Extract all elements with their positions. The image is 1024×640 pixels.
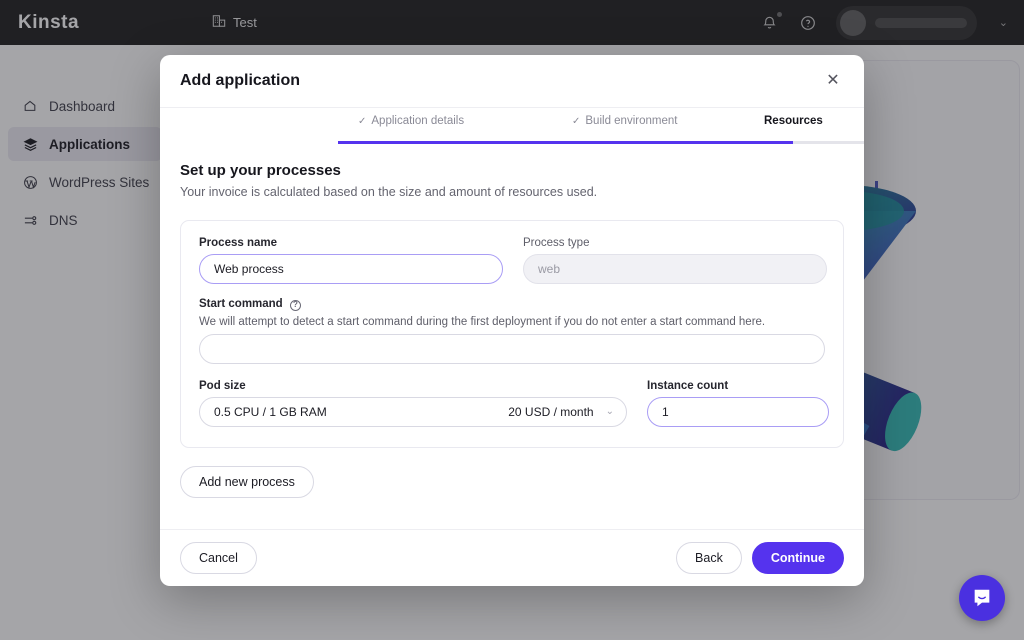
instance-count-field-group: Instance count 1	[647, 380, 829, 427]
pod-size-value: 0.5 CPU / 1 GB RAM	[214, 405, 327, 419]
process-type-label: Process type	[523, 237, 827, 249]
step-build-environment[interactable]: ✓ Build environment	[572, 115, 677, 127]
intercom-chat-icon	[971, 587, 993, 609]
process-name-input[interactable]: Web process	[199, 254, 503, 284]
process-type-input: web	[523, 254, 827, 284]
continue-button[interactable]: Continue	[752, 542, 844, 574]
process-name-label: Process name	[199, 237, 503, 249]
pod-size-price: 20 USD / month	[508, 405, 593, 419]
modal-footer: Cancel Back Continue	[160, 529, 864, 586]
modal-header: Add application ✕	[160, 55, 864, 108]
step-application-details[interactable]: ✓ Application details	[358, 115, 464, 127]
step-resources[interactable]: Resources	[764, 115, 823, 127]
add-new-process-button[interactable]: Add new process	[180, 466, 314, 498]
start-command-label: Start command ?	[199, 298, 825, 311]
start-command-input[interactable]	[199, 334, 825, 364]
back-button[interactable]: Back	[676, 542, 742, 574]
close-icon[interactable]: ✕	[822, 70, 844, 92]
cancel-button[interactable]: Cancel	[180, 542, 257, 574]
progress-fill	[338, 141, 793, 144]
step-indicator: ✓ Application details ✓ Build environmen…	[160, 108, 864, 144]
check-icon: ✓	[572, 116, 580, 127]
add-application-modal: Add application ✕ ✓ Application details …	[160, 55, 864, 586]
process-name-field-group: Process name Web process	[199, 237, 503, 284]
pod-size-field-group: Pod size 0.5 CPU / 1 GB RAM 20 USD / mon…	[199, 380, 627, 427]
process-type-field-group: Process type web	[523, 237, 827, 284]
check-icon: ✓	[358, 116, 366, 127]
start-command-label-text: Start command	[199, 298, 283, 310]
start-command-help-text: We will attempt to detect a start comman…	[199, 316, 825, 328]
modal-title: Add application	[180, 72, 300, 90]
pod-instance-row: Pod size 0.5 CPU / 1 GB RAM 20 USD / mon…	[199, 380, 825, 427]
instance-count-input[interactable]: 1	[647, 397, 829, 427]
section-title: Set up your processes	[180, 162, 844, 179]
step-label: Application details	[371, 115, 464, 127]
info-icon[interactable]: ?	[290, 300, 301, 311]
progress-track	[338, 141, 864, 144]
chevron-down-icon: ⌄	[606, 406, 614, 417]
start-command-field-group: Start command ? We will attempt to detec…	[199, 298, 825, 364]
section-subtitle: Your invoice is calculated based on the …	[180, 185, 844, 199]
step-label: Resources	[764, 115, 823, 127]
process-card: Process name Web process Process type we…	[180, 220, 844, 448]
step-label: Build environment	[585, 115, 677, 127]
pod-size-select[interactable]: 0.5 CPU / 1 GB RAM 20 USD / month ⌄	[199, 397, 627, 427]
pod-size-label: Pod size	[199, 380, 627, 392]
modal-body: Set up your processes Your invoice is ca…	[160, 144, 864, 529]
instance-count-label: Instance count	[647, 380, 829, 392]
process-name-type-row: Process name Web process Process type we…	[199, 237, 825, 284]
intercom-chat-button[interactable]	[959, 575, 1005, 621]
footer-right-actions: Back Continue	[676, 542, 844, 574]
